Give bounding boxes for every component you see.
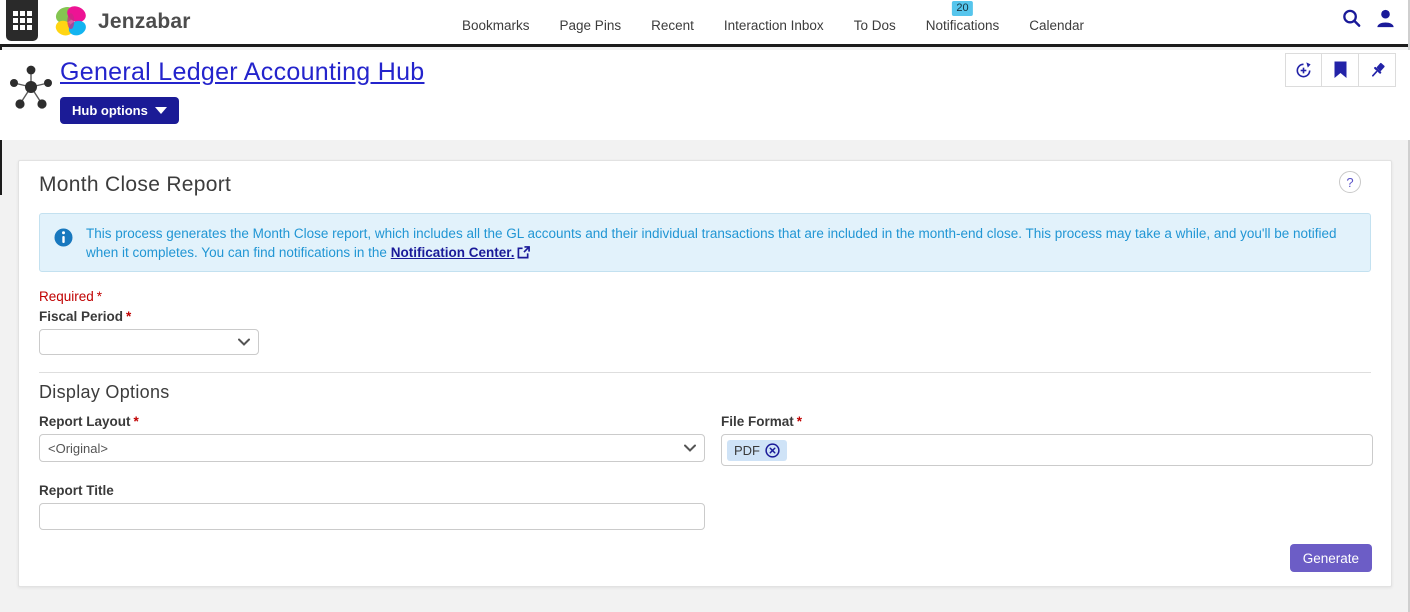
file-format-label-text: File Format — [721, 414, 794, 429]
hub-header: General Ledger Accounting Hub Hub option… — [0, 50, 1410, 140]
nav-to-dos-label: To Dos — [853, 18, 896, 33]
display-options-heading: Display Options — [39, 382, 170, 402]
nav-bookmarks-label: Bookmarks — [462, 18, 530, 33]
circled-x-icon — [765, 442, 780, 458]
file-format-tag-label: PDF — [734, 442, 760, 458]
required-note-text: Required — [39, 289, 94, 304]
required-asterisk: * — [133, 414, 139, 429]
brand-logo[interactable]: Jenzabar — [52, 2, 191, 42]
generate-button[interactable]: Generate — [1289, 544, 1372, 572]
fiscal-period-label-text: Fiscal Period — [39, 309, 124, 324]
bookmark-page-button[interactable] — [1322, 53, 1359, 87]
pin-page-button[interactable] — [1359, 53, 1396, 87]
top-nav-menu: Bookmarks Page Pins Recent Interaction I… — [462, 0, 1084, 44]
notifications-count-badge: 20 — [952, 1, 973, 16]
nav-bookmarks[interactable]: Bookmarks — [462, 0, 530, 44]
section-divider — [39, 372, 1371, 373]
user-icon — [1376, 9, 1394, 27]
report-layout-select-wrap: <Original> — [39, 434, 705, 462]
notification-center-link[interactable]: Notification Center. — [391, 245, 515, 260]
report-layout-label: Report Layout * — [39, 414, 139, 429]
required-asterisk: * — [126, 309, 132, 324]
report-layout-label-text: Report Layout — [39, 414, 131, 429]
help-button[interactable]: ? — [1339, 171, 1361, 193]
user-account-button[interactable] — [1374, 7, 1396, 29]
grid-icon — [12, 11, 32, 30]
chevron-down-icon — [154, 107, 167, 114]
question-mark-icon: ? — [1346, 174, 1354, 190]
nav-calendar-label: Calendar — [1029, 18, 1085, 33]
fiscal-period-select-wrap — [39, 329, 259, 355]
info-message: This process generates the Month Close r… — [86, 226, 1337, 260]
required-asterisk: * — [796, 414, 803, 429]
hub-title-link[interactable]: General Ledger Accounting Hub — [60, 58, 425, 87]
brand-name: Jenzabar — [98, 10, 191, 33]
file-format-label: File Format * — [721, 414, 802, 429]
nav-interaction-inbox-label: Interaction Inbox — [723, 18, 824, 33]
nav-page-pins[interactable]: Page Pins — [560, 0, 622, 44]
top-navigation-bar: Jenzabar Bookmarks Page Pins Recent Inte… — [0, 0, 1410, 47]
report-layout-select[interactable]: <Original> — [39, 434, 705, 462]
hub-molecule-icon — [10, 65, 52, 109]
jenzabar-butterfly-icon — [55, 6, 86, 36]
search-button[interactable] — [1340, 7, 1362, 29]
refresh-add-button[interactable] — [1285, 53, 1322, 87]
report-title-label-text: Report Title — [39, 483, 114, 498]
fiscal-period-label: Fiscal Period * — [39, 309, 131, 324]
hub-options-label: Hub options — [72, 103, 148, 118]
bookmark-icon — [1334, 61, 1346, 78]
report-title-label: Report Title — [39, 483, 114, 498]
hub-toolbar — [1285, 53, 1396, 87]
nav-page-pins-label: Page Pins — [559, 18, 622, 33]
info-alert-text: This process generates the Month Close r… — [86, 224, 1356, 262]
nav-notifications-label: Notifications — [925, 18, 1000, 33]
month-close-report-panel: Month Close Report ? This process genera… — [18, 160, 1392, 587]
info-icon — [54, 228, 73, 247]
info-alert: This process generates the Month Close r… — [39, 213, 1371, 272]
app-launcher-button[interactable] — [6, 0, 38, 41]
fiscal-period-select[interactable] — [39, 329, 259, 355]
nav-to-dos[interactable]: To Dos — [854, 0, 896, 44]
refresh-plus-icon — [1296, 61, 1311, 77]
app-window: Jenzabar Bookmarks Page Pins Recent Inte… — [0, 0, 1410, 612]
required-asterisk: * — [96, 289, 103, 304]
nav-interaction-inbox[interactable]: Interaction Inbox — [724, 0, 824, 44]
file-format-tag-pdf: PDF — [727, 439, 787, 461]
remove-tag-button[interactable] — [765, 442, 780, 458]
report-title-input[interactable] — [39, 503, 705, 530]
nav-recent-label: Recent — [651, 18, 694, 33]
nav-calendar[interactable]: Calendar — [1029, 0, 1084, 44]
nav-notifications[interactable]: 20 Notifications — [925, 0, 1000, 44]
hub-options-button[interactable]: Hub options — [60, 97, 179, 124]
nav-recent[interactable]: Recent — [651, 0, 694, 44]
required-fields-note: Required * — [39, 289, 102, 304]
page-title: Month Close Report — [39, 173, 232, 196]
pushpin-icon — [1371, 62, 1385, 77]
file-format-multiselect[interactable]: PDF — [721, 434, 1373, 466]
search-icon — [1342, 9, 1360, 27]
external-link-icon — [518, 246, 531, 259]
